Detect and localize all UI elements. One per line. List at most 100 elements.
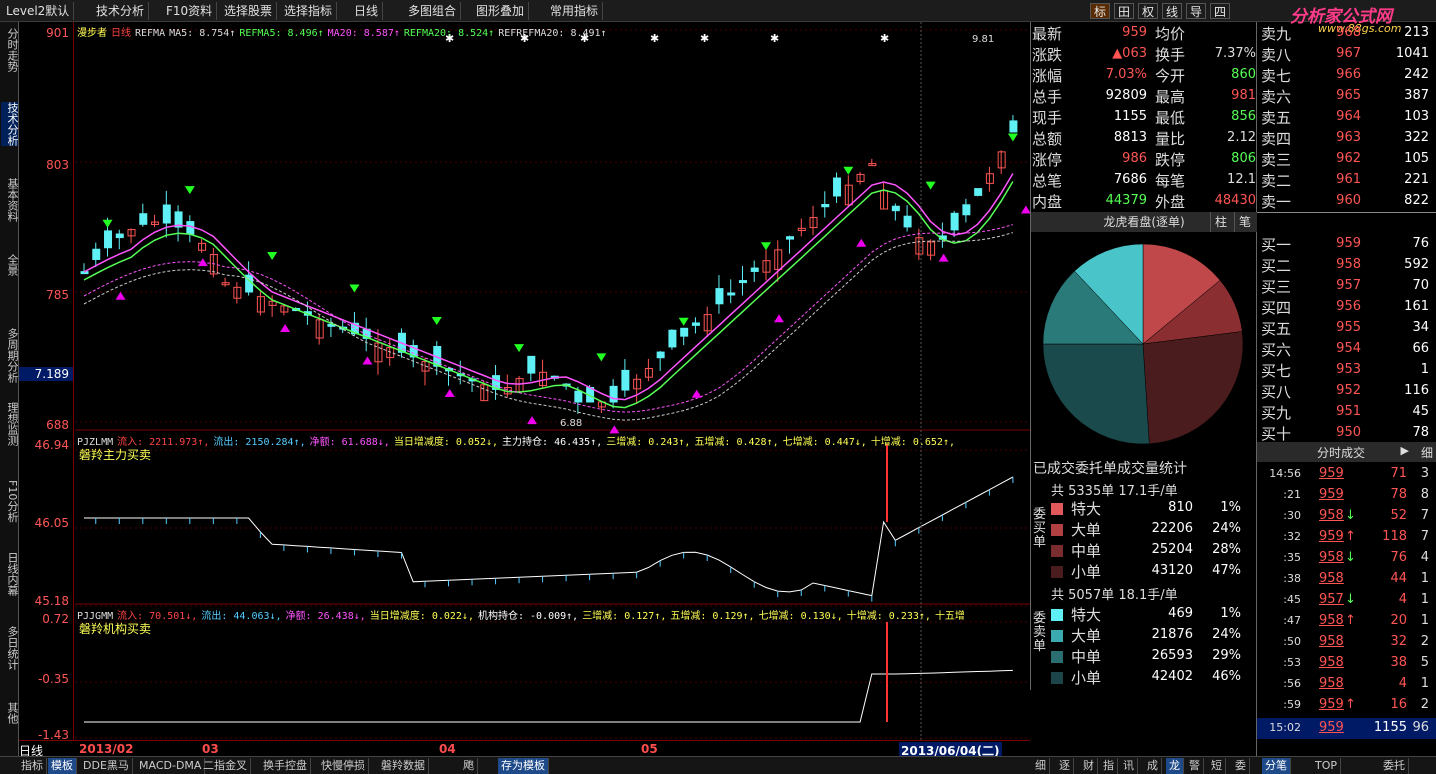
ticks-detail-button[interactable]: 细	[1421, 444, 1433, 461]
left-tab-1[interactable]: 技术分析	[1, 102, 19, 146]
bid-row[interactable]: 买五 955 34	[1257, 318, 1436, 339]
sell-signal-marker	[925, 181, 936, 190]
left-tab-7[interactable]: 日线内幕	[1, 552, 19, 596]
ask-row[interactable]: 卖九 968 213	[1257, 23, 1436, 44]
left-tab-3[interactable]: 全景	[1, 254, 19, 276]
ask-row[interactable]: 卖八 967 1041	[1257, 44, 1436, 65]
quote-value-2: 48430	[1214, 193, 1256, 208]
toolbar-icon-1[interactable]: 田	[1114, 3, 1134, 19]
toolbar-item-7[interactable]: 图形叠加	[472, 2, 530, 20]
side-tab-12[interactable]: 委托	[1380, 758, 1409, 774]
bottom-tab-8[interactable]: 飑	[460, 758, 478, 774]
bid-level-label: 买七	[1261, 362, 1292, 380]
bid-row[interactable]: 买一 959 76	[1257, 234, 1436, 255]
side-tab-11[interactable]: TOP	[1312, 758, 1342, 774]
bid-row[interactable]: 买二 958 592	[1257, 255, 1436, 276]
toolbar-icon-2[interactable]: 权	[1138, 3, 1158, 19]
tick-direction-icon: ↑	[1345, 529, 1356, 544]
sell-stat-row: 中单 26593 29%	[1051, 646, 1251, 667]
toolbar-icon-3[interactable]: 线	[1162, 3, 1182, 19]
ask-level-label: 卖一	[1261, 193, 1292, 211]
ask-row[interactable]: 卖六 965 387	[1257, 86, 1436, 107]
bottom-tab-2[interactable]: DDE黑马	[80, 758, 133, 774]
pen-view-button[interactable]: 笔	[1233, 212, 1255, 232]
bottom-tab-9[interactable]: 存为模板	[498, 758, 549, 774]
toolbar-item-2[interactable]: F10资料	[162, 2, 218, 20]
bid-row[interactable]: 买十 950 78	[1257, 423, 1436, 444]
candle-body	[1009, 120, 1018, 133]
bottom-tab-1[interactable]: 模板	[48, 758, 77, 774]
side-tab-1[interactable]: 逐	[1056, 758, 1074, 774]
mf-value-6: 三增减: 0.243↑,	[606, 437, 691, 448]
bottom-tab-0[interactable]: 指标	[18, 758, 47, 774]
quote-row: 涨跌 ▲063 换手 7.37%	[1031, 44, 1257, 65]
side-tab-10[interactable]: 分笔	[1262, 758, 1291, 774]
toolbar-item-4[interactable]: 选择指标	[280, 2, 338, 20]
bid-row[interactable]: 买九 951 45	[1257, 402, 1436, 423]
left-tab-6[interactable]: F10分析	[1, 480, 19, 522]
bottom-tab-4[interactable]: 二指金叉	[200, 758, 251, 774]
bid-row[interactable]: 买七 953 1	[1257, 360, 1436, 381]
side-tab-4[interactable]: 讯	[1120, 758, 1138, 774]
ask-row[interactable]: 卖三 962 105	[1257, 149, 1436, 170]
ticks-header: 分时成交 细 ▶	[1257, 442, 1436, 462]
toolbar-item-1[interactable]: 技术分析	[92, 2, 150, 20]
toolbar-icon-4[interactable]: 导	[1186, 3, 1206, 19]
toolbar-item-0[interactable]: Level2默认	[2, 2, 75, 20]
bottom-tab-3[interactable]: MACD-DMA	[136, 758, 206, 774]
toolbar-icon-0[interactable]: 标	[1090, 3, 1110, 19]
bid-row[interactable]: 买四 956 161	[1257, 297, 1436, 318]
ask-row[interactable]: 卖五 964 103	[1257, 107, 1436, 128]
star-marker: ✱	[700, 32, 709, 45]
bid-row[interactable]: 买六 954 66	[1257, 339, 1436, 360]
ask-row[interactable]: 卖四 963 322	[1257, 128, 1436, 149]
quote-row: 涨停 986 跌停 806	[1031, 149, 1257, 170]
sell-stat-percent: 29%	[1212, 648, 1241, 663]
side-tab-9[interactable]: 委	[1232, 758, 1250, 774]
tick-count: 3	[1420, 466, 1429, 481]
bid-row[interactable]: 买八 952 116	[1257, 381, 1436, 402]
ask-row[interactable]: 卖七 966 242	[1257, 65, 1436, 86]
toolbar-item-5[interactable]: 日线	[350, 2, 384, 20]
sell-signal-marker	[514, 344, 525, 353]
ask-row[interactable]: 卖二 961 221	[1257, 170, 1436, 191]
quote-value: 986	[1122, 151, 1147, 166]
left-tab-4[interactable]: 多周期分析	[1, 328, 19, 383]
kline-chart-area[interactable]: ✱ ✱ ✱ ✱ ✱ ✱ ✱ 漫步者 日线 REFMA MA5: 8.754↑ REFMA5: 8.4…	[75, 22, 1031, 740]
bottom-tab-6[interactable]: 快慢停损	[318, 758, 369, 774]
side-tab-5[interactable]: 成	[1144, 758, 1162, 774]
toolbar-icon-5[interactable]: 四	[1210, 3, 1230, 19]
toolbar-item-8[interactable]: 常用指标	[546, 2, 604, 20]
side-tab-2[interactable]: 财	[1080, 758, 1098, 774]
left-tab-5[interactable]: 理想监测	[1, 402, 19, 446]
side-tab-8[interactable]: 短	[1208, 758, 1226, 774]
bid-level-label: 买八	[1261, 383, 1292, 401]
ask-row[interactable]: 卖一 960 822	[1257, 191, 1436, 212]
play-icon[interactable]: ▶	[1401, 444, 1409, 457]
left-tab-0[interactable]: 分时走势	[1, 28, 19, 72]
left-tab-9[interactable]: 其他	[1, 702, 19, 724]
side-tab-6[interactable]: 龙	[1166, 758, 1184, 774]
bid-row[interactable]: 买三 957 70	[1257, 276, 1436, 297]
bottom-tab-5[interactable]: 换手控盘	[260, 758, 311, 774]
toolbar-item-6[interactable]: 多图组合	[404, 2, 462, 20]
left-tab-2[interactable]: 基本资料	[1, 178, 19, 222]
side-tab-7[interactable]: 警	[1186, 758, 1204, 774]
left-tab-8[interactable]: 多日统计	[1, 626, 19, 670]
bar-view-button[interactable]: 柱	[1209, 212, 1231, 232]
bottom-tab-7[interactable]: 磐羚数据	[378, 758, 429, 774]
ask-price: 968	[1336, 25, 1361, 40]
quote-label: 现手	[1032, 109, 1063, 127]
tick-time: :59	[1283, 698, 1301, 711]
dragon-tiger-title: 龙虎看盘(逐单)	[1103, 215, 1185, 229]
sell-stat-volume: 21876	[1151, 627, 1193, 642]
tick-volume: 52	[1390, 508, 1407, 523]
toolbar-item-3[interactable]: 选择股票	[220, 2, 278, 20]
side-tab-0[interactable]: 细	[1032, 758, 1050, 774]
tick-price: 959	[1319, 529, 1344, 544]
buy-stat-name: 大单	[1071, 521, 1102, 539]
side-tab-3[interactable]: 指	[1100, 758, 1118, 774]
pie-slice-2	[1142, 331, 1244, 445]
buy-stat-volume: 25204	[1151, 542, 1193, 557]
sell-stat-name: 特大	[1071, 606, 1102, 624]
